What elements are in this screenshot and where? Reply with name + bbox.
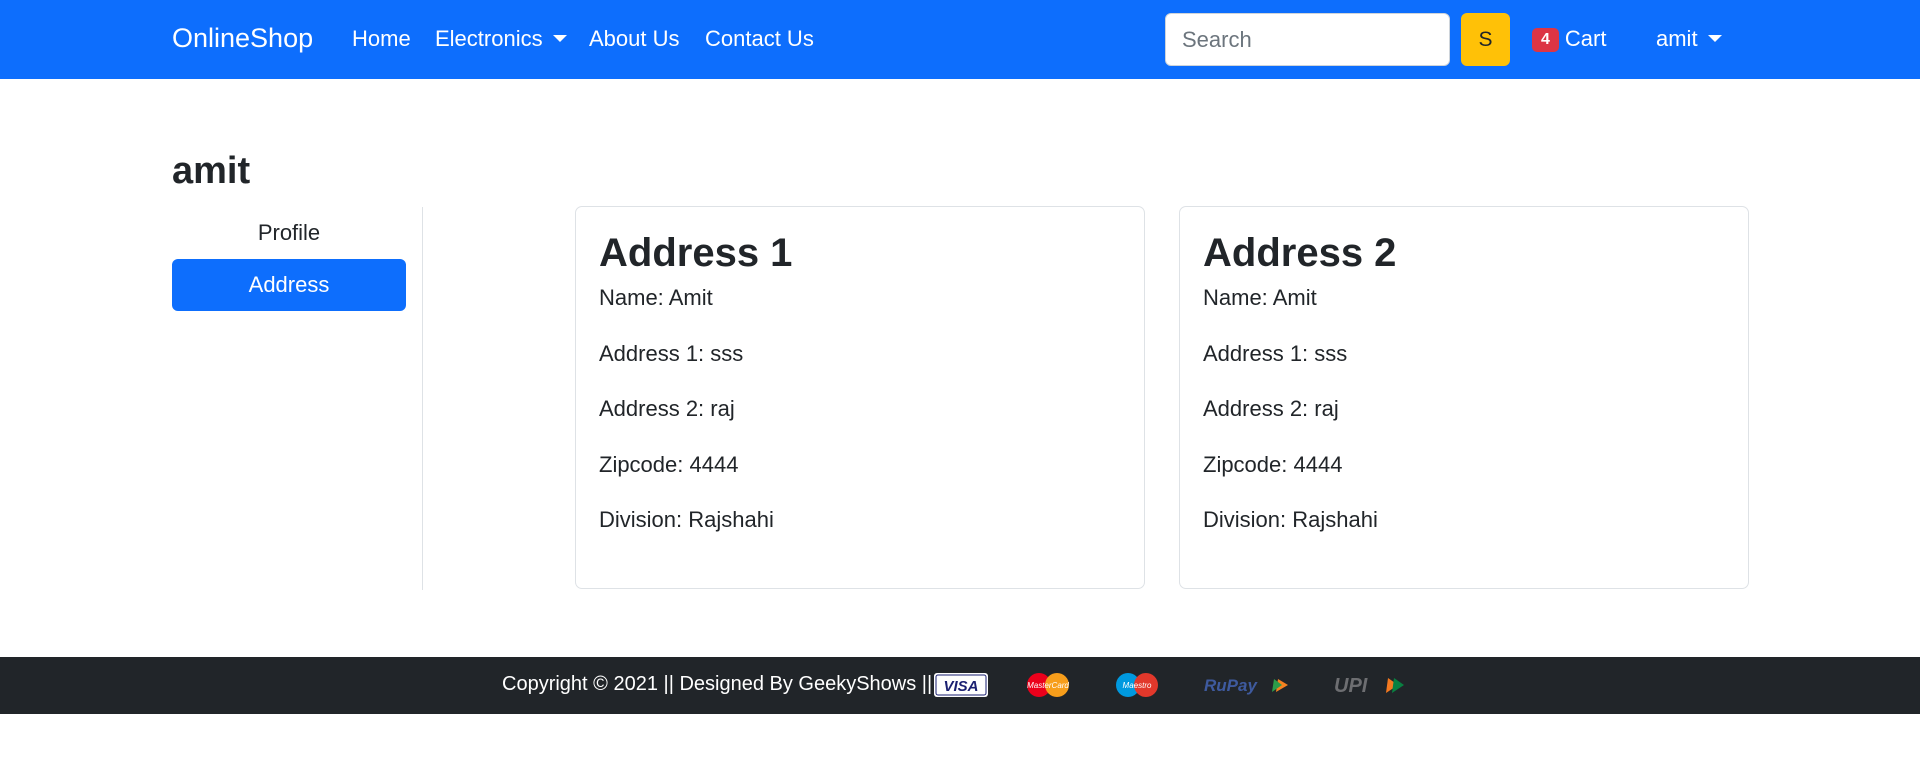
user-dropdown[interactable]: amit bbox=[1656, 26, 1722, 52]
cart-link[interactable]: 4 Cart bbox=[1532, 26, 1606, 52]
nav-contact-link[interactable]: Contact Us bbox=[705, 26, 814, 52]
profile-sidebar: Profile Address bbox=[172, 207, 406, 311]
address-card-title: Address 1 bbox=[599, 231, 793, 275]
search-input[interactable] bbox=[1165, 13, 1450, 66]
sidebar-divider bbox=[422, 207, 423, 590]
address-zipcode: Zipcode: 4444 bbox=[1203, 451, 1343, 477]
upi-logo-icon: UPI bbox=[1334, 675, 1404, 697]
nav-about-link[interactable]: About Us bbox=[589, 26, 680, 52]
visa-logo-icon: VISA bbox=[934, 673, 988, 697]
address-line-1: Address 1: sss bbox=[1203, 340, 1348, 366]
cart-count-badge: 4 bbox=[1532, 28, 1559, 52]
svg-text:MasterCard: MasterCard bbox=[1027, 681, 1069, 690]
address-name: Name: Amit bbox=[599, 285, 713, 310]
brand-link[interactable]: OnlineShop bbox=[172, 23, 313, 54]
address-line-1: Address 1: sss bbox=[599, 340, 744, 366]
svg-text:Maestro: Maestro bbox=[1123, 681, 1152, 690]
address-zipcode: Zipcode: 4444 bbox=[599, 451, 739, 477]
nav-home-link[interactable]: Home bbox=[352, 26, 411, 52]
address-line-2: Address 2: raj bbox=[599, 396, 735, 421]
user-name-label: amit bbox=[1656, 26, 1698, 51]
chevron-down-icon bbox=[1707, 34, 1722, 42]
nav-electronics-label: Electronics bbox=[435, 26, 543, 51]
sidebar-item-profile[interactable]: Profile bbox=[172, 207, 406, 259]
chevron-down-icon bbox=[552, 34, 567, 42]
svg-text:VISA: VISA bbox=[943, 678, 978, 695]
rupay-logo-icon: RuPay bbox=[1204, 676, 1288, 695]
sidebar-item-address[interactable]: Address bbox=[172, 259, 406, 311]
address-card: Address 1 Name: Amit Address 1: sss Addr… bbox=[575, 206, 1145, 589]
svg-text:RuPay: RuPay bbox=[1204, 676, 1258, 695]
footer-copyright: Copyright © 2021 || Designed By GeekySho… bbox=[502, 673, 933, 695]
top-navbar: OnlineShop Home Electronics About Us Con… bbox=[0, 0, 1920, 79]
svg-text:UPI: UPI bbox=[1334, 675, 1368, 697]
cart-label: Cart bbox=[1564, 26, 1607, 51]
maestro-logo-icon: Maestro bbox=[1116, 673, 1158, 697]
address-division: Division: Rajshahi bbox=[599, 507, 774, 532]
address-name: Name: Amit bbox=[1203, 285, 1317, 310]
address-card-title: Address 2 bbox=[1203, 231, 1397, 275]
nav-electronics-dropdown[interactable]: Electronics bbox=[435, 26, 567, 52]
address-card: Address 2 Name: Amit Address 1: sss Addr… bbox=[1179, 206, 1749, 589]
page-title: amit bbox=[172, 150, 251, 192]
address-division: Division: Rajshahi bbox=[1203, 507, 1378, 532]
search-button[interactable]: S bbox=[1461, 13, 1510, 66]
address-line-2: Address 2: raj bbox=[1203, 396, 1339, 421]
mastercard-logo-icon: MasterCard bbox=[1027, 673, 1069, 697]
page-footer: Copyright © 2021 || Designed By GeekySho… bbox=[0, 657, 1920, 714]
